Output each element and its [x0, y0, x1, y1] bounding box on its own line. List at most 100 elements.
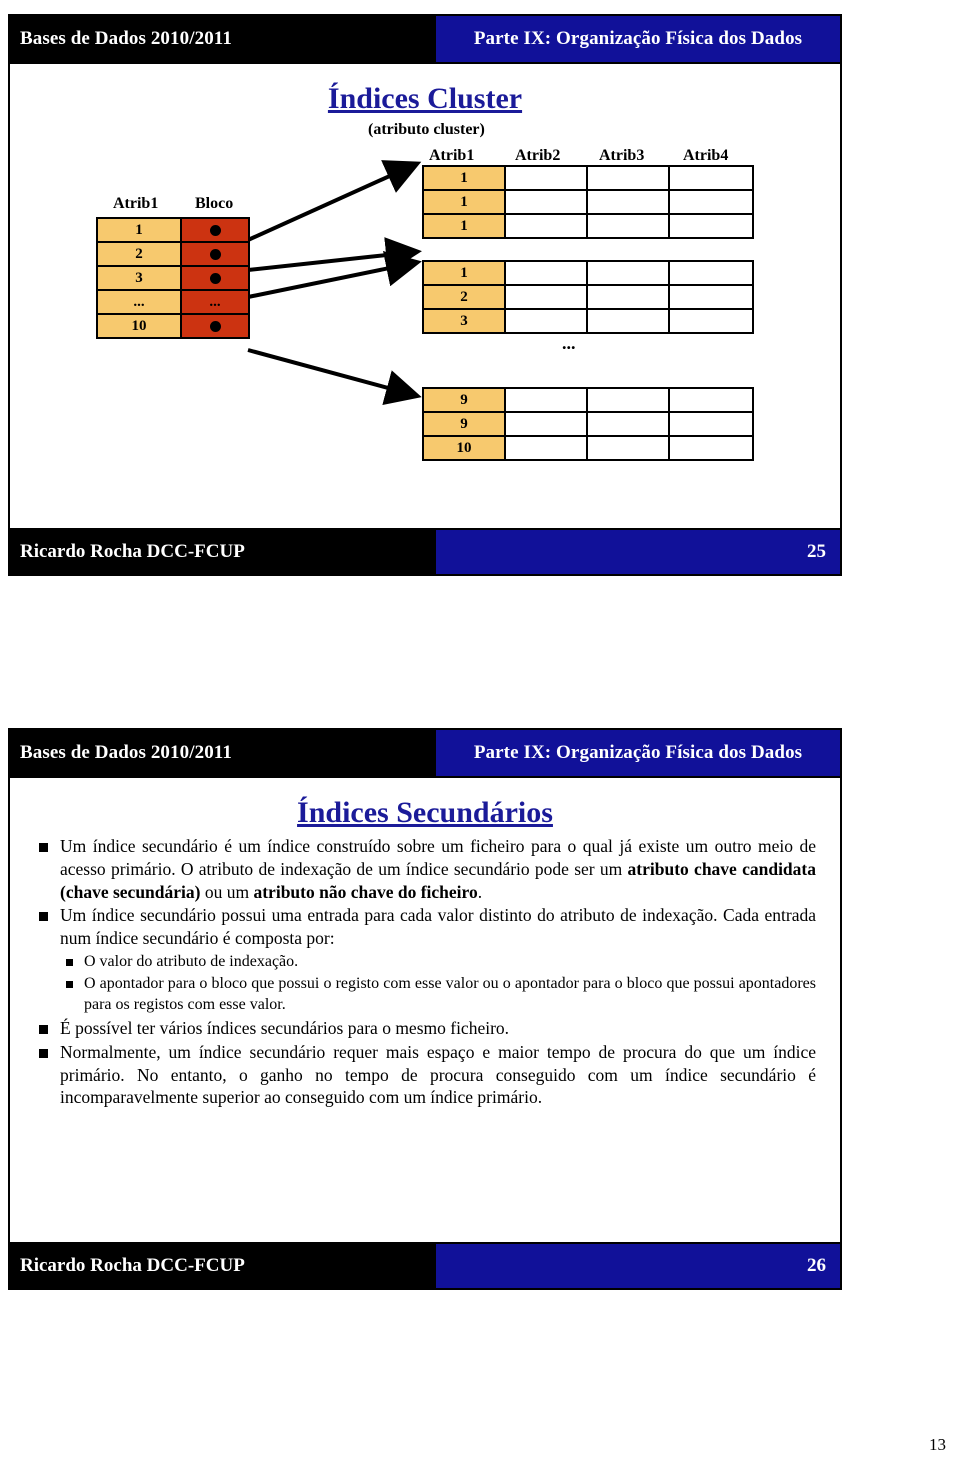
data-cell — [506, 437, 588, 459]
index-table: 1 2 3 ... ... 10 — [96, 217, 250, 339]
index-pointer-cell — [182, 315, 248, 337]
index-pointer-cell — [182, 219, 248, 241]
data-cell — [506, 310, 588, 332]
data-cell — [670, 286, 752, 308]
index-key-cell: ... — [98, 291, 182, 313]
index-row: 3 — [98, 265, 248, 289]
slide-1-header-right: Parte IX: Organização Física dos Dados — [436, 16, 840, 62]
data-cell — [506, 215, 588, 237]
section-title: Parte IX: Organização Física dos Dados — [473, 742, 803, 763]
list-item: Um índice secundário é um índice constru… — [32, 835, 816, 903]
data-row: 10 — [424, 435, 752, 459]
slide-2-header-left: Bases de Dados 2010/2011 — [10, 730, 436, 776]
slide-2-header-right: Parte IX: Organização Física dos Dados — [436, 730, 840, 776]
bullet-text: É possível ter vários índices secundário… — [60, 1018, 510, 1039]
index-key-cell: 1 — [98, 219, 182, 241]
data-row: 1 — [424, 213, 752, 237]
sub-list-item: O valor do atributo de indexação. — [60, 952, 816, 972]
sub-list-item: O apontador para o bloco que possui o re… — [60, 974, 816, 1015]
data-row: 9 — [424, 411, 752, 435]
index-row: 1 — [98, 219, 248, 241]
data-cell — [670, 389, 752, 411]
slide-1-footer-left: Ricardo Rocha DCC-FCUP — [10, 530, 436, 574]
data-cell — [506, 286, 588, 308]
index-key-cell: 3 — [98, 267, 182, 289]
cluster-index-diagram: (atributo cluster) Atrib1 Atrib2 Atrib3 … — [10, 115, 840, 535]
slide-2-footer: Ricardo Rocha DCC-FCUP 26 — [10, 1242, 840, 1288]
data-row: 1 — [424, 167, 752, 189]
data-row: 1 — [424, 262, 752, 284]
index-key-cell: 2 — [98, 243, 182, 265]
data-key-cell: 1 — [424, 262, 506, 284]
data-row: 2 — [424, 284, 752, 308]
data-row: 9 — [424, 389, 752, 411]
pointer-dot-icon — [209, 320, 221, 332]
list-item: Um índice secundário possui uma entrada … — [32, 904, 816, 1015]
data-block: 9 9 10 — [422, 387, 754, 461]
pointer-dot-icon — [209, 224, 221, 236]
data-cell — [588, 437, 670, 459]
pointer-dot-icon — [209, 248, 221, 260]
bullet-list: Um índice secundário é um índice constru… — [32, 835, 816, 1109]
slide-2-footer-left: Ricardo Rocha DCC-FCUP — [10, 1244, 436, 1288]
data-cell — [670, 262, 752, 284]
document-page-number: 13 — [929, 1435, 946, 1454]
slide-number: 25 — [807, 541, 826, 562]
slide-2-title: Índices Secundários — [297, 796, 553, 829]
data-row: 1 — [424, 189, 752, 213]
data-cell — [506, 191, 588, 213]
data-cell — [670, 191, 752, 213]
index-header-bloco: Bloco — [195, 195, 234, 212]
slide-1-header-left: Bases de Dados 2010/2011 — [10, 16, 436, 62]
index-pointer-cell — [182, 243, 248, 265]
data-cell — [506, 389, 588, 411]
data-header-atrib3: Atrib3 — [599, 147, 645, 164]
data-key-cell: 10 — [424, 437, 506, 459]
data-key-cell: 3 — [424, 310, 506, 332]
data-cell — [670, 413, 752, 435]
slide-1-title: Índices Cluster — [327, 82, 523, 115]
bullet-part: ou um — [200, 881, 254, 902]
course-title: Bases de Dados 2010/2011 — [20, 742, 232, 763]
data-key-cell: 9 — [424, 413, 506, 435]
data-key-cell: 1 — [424, 215, 506, 237]
bullet-text: Um índice secundário possui uma entrada … — [60, 905, 816, 948]
slide-2-header: Bases de Dados 2010/2011 Parte IX: Organ… — [10, 730, 840, 778]
bullet-part: . — [477, 881, 483, 902]
data-header-atrib2: Atrib2 — [515, 147, 561, 164]
slide-indices-secundarios: Bases de Dados 2010/2011 Parte IX: Organ… — [8, 728, 842, 1290]
data-block: 1 2 3 — [422, 260, 754, 334]
course-title: Bases de Dados 2010/2011 — [20, 28, 232, 49]
data-cell — [588, 191, 670, 213]
data-cell — [506, 262, 588, 284]
author-name: Ricardo Rocha DCC-FCUP — [20, 541, 245, 562]
slide-indices-cluster: Bases de Dados 2010/2011 Parte IX: Organ… — [8, 14, 842, 576]
data-key-cell: 2 — [424, 286, 506, 308]
data-cell — [588, 262, 670, 284]
index-key-cell: 10 — [98, 315, 182, 337]
list-item: É possível ter vários índices secundário… — [32, 1017, 816, 1040]
index-pointer-cell — [182, 267, 248, 289]
data-cell — [588, 310, 670, 332]
index-pointer-cell: ... — [182, 291, 248, 313]
bullet-part-bold: atributo não chave do ficheiro — [253, 881, 478, 902]
data-cell — [670, 437, 752, 459]
ellipsis-marker: ... — [209, 293, 221, 310]
data-key-cell: 1 — [424, 167, 506, 189]
bullet-text: Normalmente, um índice secundário requer… — [60, 1041, 816, 1108]
slide-1-footer: Ricardo Rocha DCC-FCUP 25 — [10, 528, 840, 574]
slide-number: 26 — [807, 1255, 826, 1276]
sub-bullet-list: O valor do atributo de indexação. O apon… — [60, 952, 816, 1015]
data-cell — [670, 215, 752, 237]
data-key-cell: 1 — [424, 191, 506, 213]
data-header-atrib4: Atrib4 — [683, 147, 729, 164]
section-title: Parte IX: Organização Física dos Dados — [473, 28, 803, 49]
slide-2-body: Um índice secundário é um índice constru… — [10, 829, 840, 1109]
author-name: Ricardo Rocha DCC-FCUP — [20, 1255, 245, 1276]
data-block: 1 1 1 — [422, 165, 754, 239]
data-cell — [588, 167, 670, 189]
data-cell — [670, 167, 752, 189]
data-cell — [588, 389, 670, 411]
index-row: 2 — [98, 241, 248, 265]
slide-1-footer-right: 25 — [436, 530, 840, 574]
